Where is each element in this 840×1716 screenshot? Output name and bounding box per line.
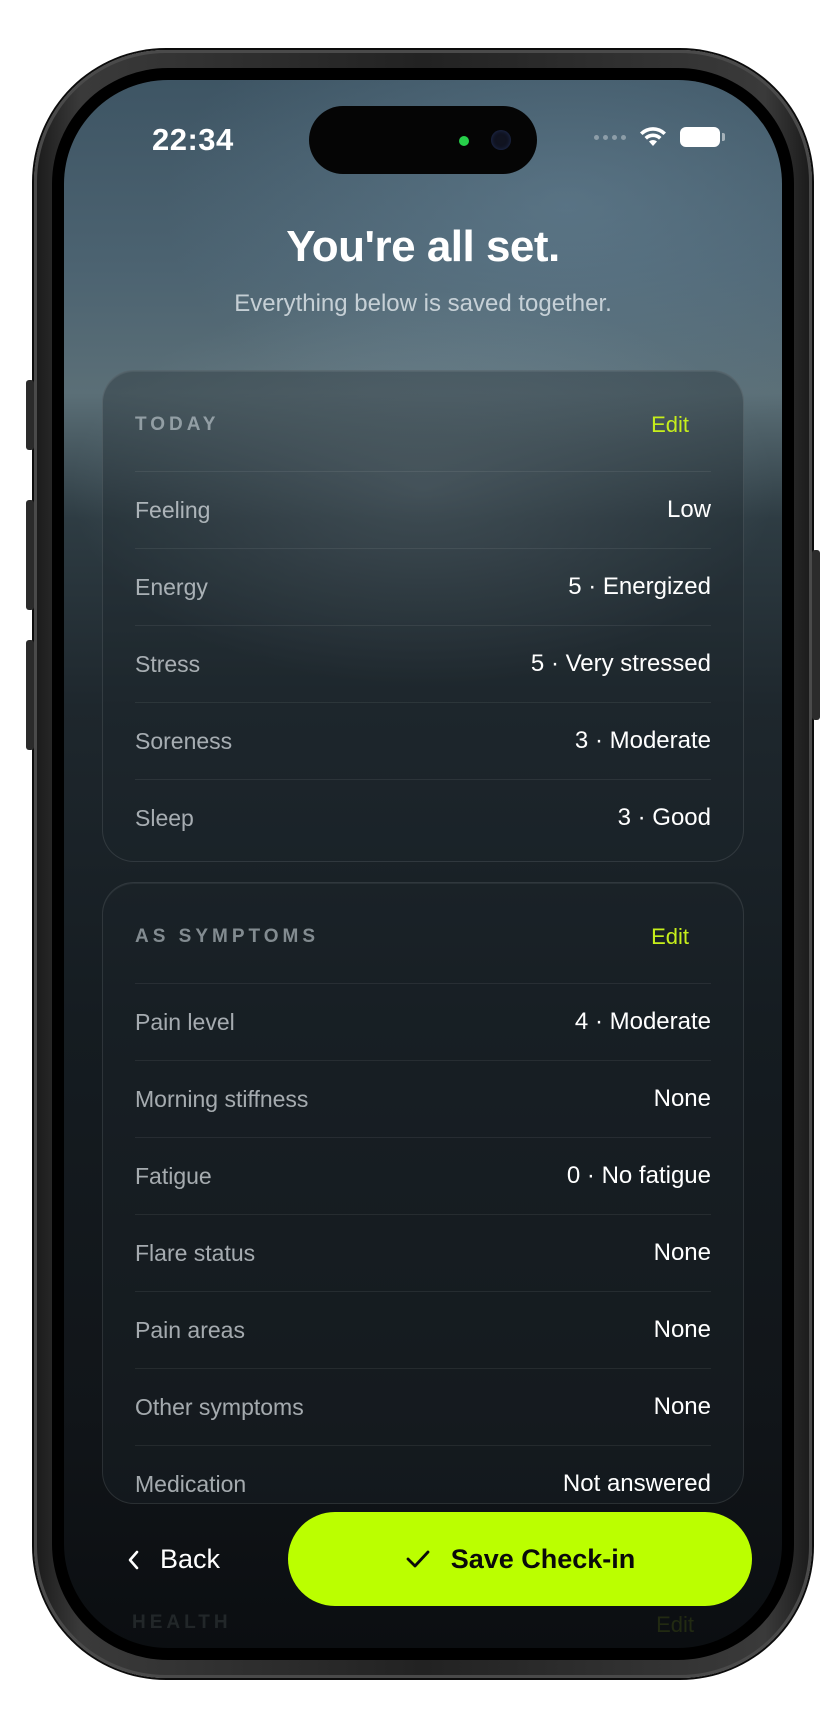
row-label: Sleep — [135, 804, 194, 831]
card-header: AS SYMPTOMS Edit — [135, 883, 711, 983]
row-value: Not answered — [562, 1470, 711, 1497]
summary-row-fatigue[interactable]: Fatigue 0 · No fatigue — [135, 1137, 711, 1214]
summary-row-soreness[interactable]: Soreness 3 · Moderate — [135, 702, 711, 779]
summary-row-other-symptoms[interactable]: Other symptoms None — [135, 1368, 711, 1445]
card-header: TODAY Edit — [135, 371, 711, 471]
row-value: 5 · Energized — [568, 573, 711, 600]
edit-symptoms-button[interactable]: Edit — [651, 924, 689, 950]
summary-row-stress[interactable]: Stress 5 · Very stressed — [135, 625, 711, 702]
row-label: Flare status — [135, 1239, 256, 1266]
status-time: 22:34 — [152, 122, 234, 157]
row-value: None — [653, 1239, 711, 1266]
row-value: 3 · Good — [617, 804, 711, 831]
row-value: 3 · Moderate — [574, 727, 711, 754]
row-label: Pain level — [135, 1008, 235, 1035]
row-label: Fatigue — [135, 1162, 212, 1189]
row-label: Stress — [135, 650, 201, 677]
dynamic-island — [309, 106, 537, 174]
save-label: Save Check-in — [450, 1543, 636, 1574]
summary-row-pain-areas[interactable]: Pain areas None — [135, 1291, 711, 1368]
row-value: None — [653, 1393, 711, 1420]
section-title: AS SYMPTOMS — [135, 926, 320, 947]
row-label: Feeling — [135, 496, 211, 523]
edit-today-button[interactable]: Edit — [651, 412, 689, 438]
today-card: TODAY Edit Feeling Low Energy 5 · Energi… — [102, 370, 744, 862]
action-button — [26, 380, 34, 450]
back-button[interactable]: Back — [126, 1544, 220, 1575]
section-title: HEALTH — [132, 1612, 232, 1633]
checkmark-icon — [406, 1550, 430, 1568]
summary-row-morning-stiffness[interactable]: Morning stiffness None — [135, 1060, 711, 1137]
status-icons — [594, 126, 725, 148]
summary-row-energy[interactable]: Energy 5 · Energized — [135, 548, 711, 625]
volume-down-button — [26, 640, 34, 750]
wifi-icon — [640, 127, 666, 146]
row-label: Medication — [135, 1470, 247, 1497]
volume-up-button — [26, 500, 34, 610]
row-value: None — [653, 1085, 711, 1112]
row-label: Soreness — [135, 727, 233, 754]
bottom-action-bar: Back Save Check-in — [64, 1512, 782, 1612]
summary-row-sleep[interactable]: Sleep 3 · Good — [135, 779, 711, 856]
battery-icon — [680, 127, 725, 147]
symptoms-card: AS SYMPTOMS Edit Pain level 4 · Moderate… — [102, 882, 744, 1504]
summary-row-feeling[interactable]: Feeling Low — [135, 471, 711, 548]
edit-health-button[interactable]: Edit — [656, 1612, 694, 1638]
summary-row-pain-level[interactable]: Pain level 4 · Moderate — [135, 983, 711, 1060]
page-title: You're all set. — [286, 222, 560, 271]
save-checkin-button[interactable]: Save Check-in — [288, 1512, 752, 1606]
row-value: None — [653, 1316, 711, 1343]
row-label: Energy — [135, 573, 208, 600]
chevron-left-icon — [128, 1550, 139, 1569]
row-label: Pain areas — [135, 1316, 245, 1343]
camera-icon — [491, 130, 511, 150]
row-value: 4 · Moderate — [574, 1008, 711, 1035]
power-button — [812, 550, 820, 720]
back-label: Back — [160, 1544, 221, 1574]
cellular-signal-icon — [594, 134, 626, 140]
screen: 22:34 You're all set. Everything below i… — [64, 80, 782, 1648]
summary-row-medication[interactable]: Medication Not answered — [135, 1445, 711, 1503]
camera-indicator-icon — [459, 136, 469, 146]
row-value: 5 · Very stressed — [530, 650, 711, 677]
row-value: 0 · No fatigue — [566, 1162, 711, 1189]
phone-frame: 22:34 You're all set. Everything below i… — [26, 50, 820, 1678]
row-value: Low — [666, 496, 711, 523]
row-label: Other symptoms — [135, 1393, 304, 1420]
page-subtitle: Everything below is saved together. — [234, 290, 612, 317]
summary-row-flare-status[interactable]: Flare status None — [135, 1214, 711, 1291]
health-section-peek: HEALTH Edit — [132, 1612, 694, 1638]
section-title: TODAY — [135, 414, 220, 435]
row-label: Morning stiffness — [135, 1085, 309, 1112]
